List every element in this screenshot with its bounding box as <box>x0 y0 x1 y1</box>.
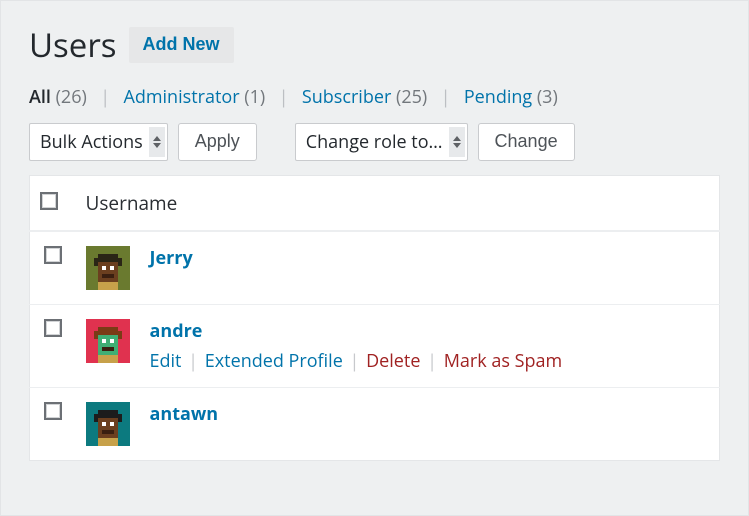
add-new-button[interactable]: Add New <box>129 27 234 63</box>
table-row: andre Edit | Extended Profile | Delete |… <box>30 304 720 387</box>
edit-link[interactable]: Edit <box>150 349 182 373</box>
apply-button[interactable]: Apply <box>178 123 257 161</box>
filter-all[interactable]: All <box>29 85 51 109</box>
bulk-actions-label: Bulk Actions <box>40 130 143 154</box>
select-all-checkbox[interactable] <box>40 192 58 210</box>
change-role-select[interactable]: Change role to… <box>295 123 468 161</box>
avatar <box>76 304 140 387</box>
change-button[interactable]: Change <box>478 123 575 161</box>
username-link[interactable]: andre <box>150 319 203 343</box>
role-filter-bar: All (26) | Administrator (1) | Subscribe… <box>29 85 720 109</box>
row-checkbox[interactable] <box>44 246 62 264</box>
row-checkbox[interactable] <box>44 319 62 337</box>
column-header-username[interactable]: Username <box>76 175 720 231</box>
table-row: antawn <box>30 387 720 460</box>
filter-subscriber-count: (25) <box>396 85 427 109</box>
delete-link[interactable]: Delete <box>366 349 420 373</box>
avatar <box>76 231 140 305</box>
filter-all-count: (26) <box>56 85 87 109</box>
page-title: Users <box>29 25 117 65</box>
table-row: Jerry <box>30 231 720 305</box>
filter-subscriber[interactable]: Subscriber <box>302 85 392 109</box>
chevron-updown-icon <box>449 127 465 157</box>
users-table: Username Jerry andre Edit | Extended Pro… <box>29 175 720 461</box>
change-role-label: Change role to… <box>306 130 443 154</box>
row-actions: Edit | Extended Profile | Delete | Mark … <box>150 349 710 373</box>
extended-profile-link[interactable]: Extended Profile <box>205 349 343 373</box>
filter-administrator-count: (1) <box>244 85 265 109</box>
mark-as-spam-link[interactable]: Mark as Spam <box>444 349 563 373</box>
username-link[interactable]: Jerry <box>150 246 193 270</box>
filter-administrator[interactable]: Administrator <box>123 85 239 109</box>
row-checkbox[interactable] <box>44 402 62 420</box>
filter-pending-count: (3) <box>537 85 558 109</box>
chevron-updown-icon <box>149 127 165 157</box>
username-link[interactable]: antawn <box>150 402 219 426</box>
bulk-actions-select[interactable]: Bulk Actions <box>29 123 168 161</box>
filter-pending[interactable]: Pending <box>464 85 532 109</box>
avatar <box>76 387 140 460</box>
